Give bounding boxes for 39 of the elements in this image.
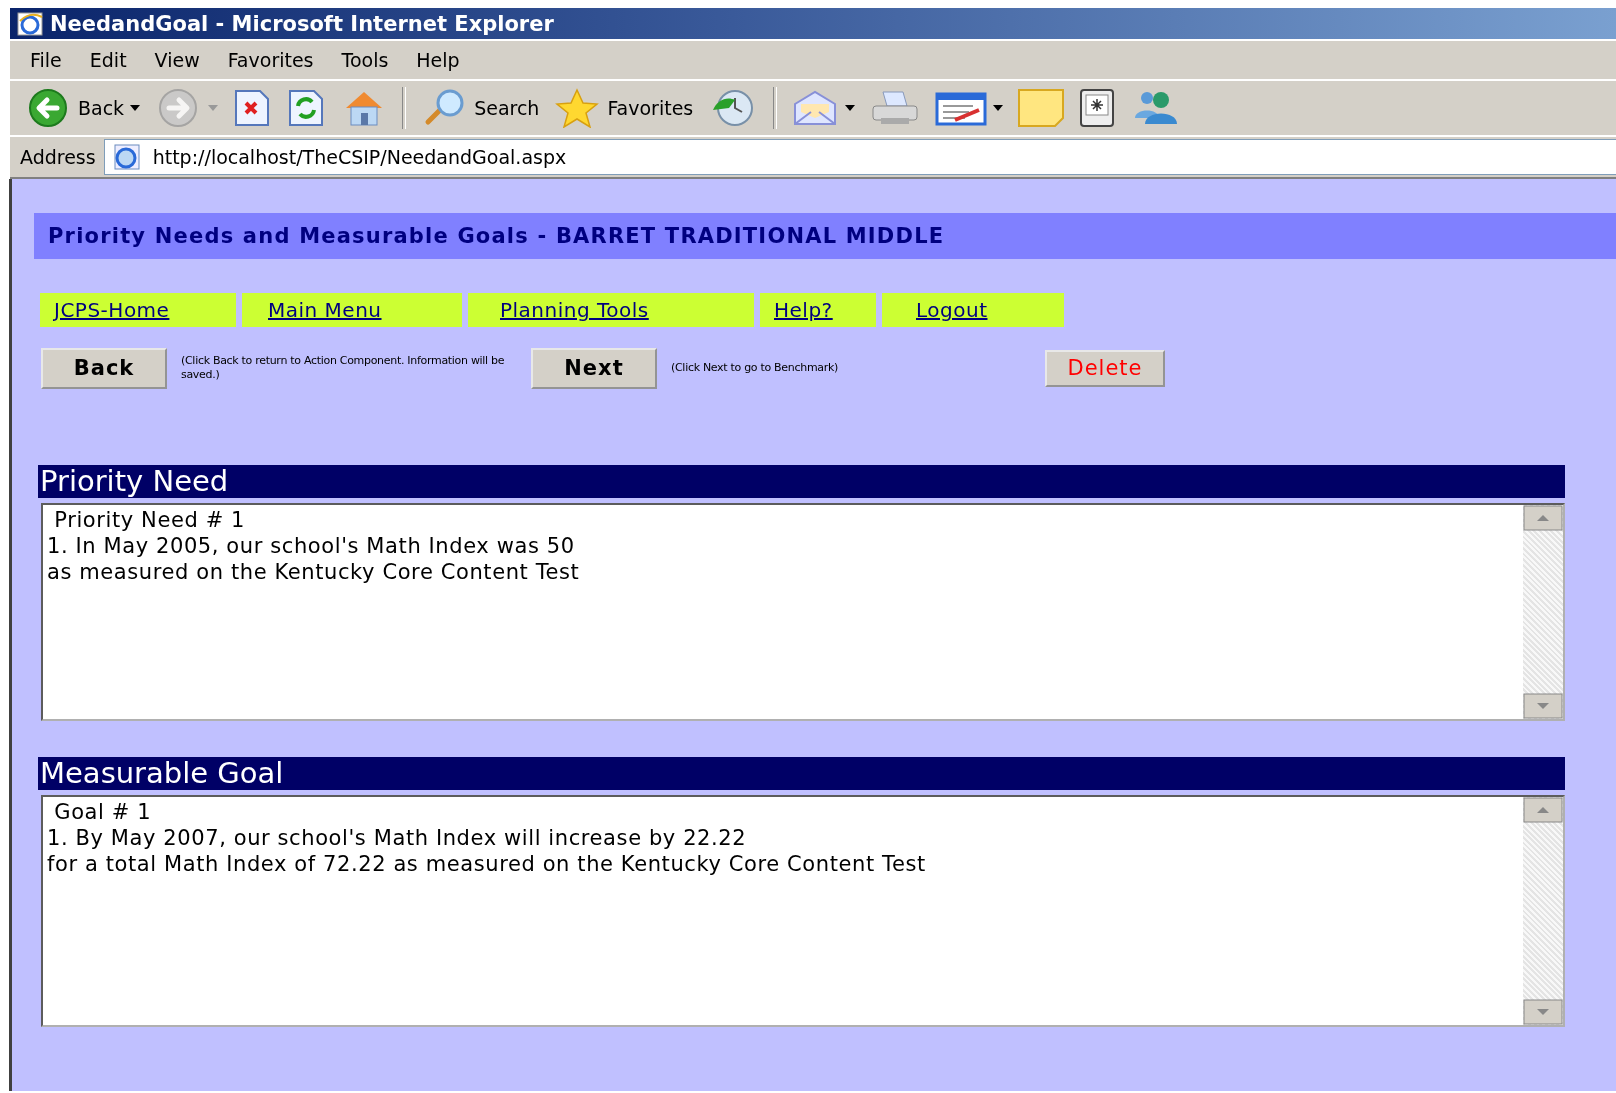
star-icon <box>553 88 602 128</box>
menu-item[interactable]: Favorites <box>213 45 328 75</box>
hint-text: (Click Back to return to Action Component. Information will be saved.) <box>181 354 506 382</box>
scrollbar[interactable] <box>1523 505 1563 719</box>
scroll-up-icon[interactable] <box>1523 797 1563 823</box>
nav-link[interactable]: Main Menu <box>242 293 462 327</box>
menu-item[interactable]: File <box>16 45 76 75</box>
note-icon <box>1017 88 1066 128</box>
scroll-up-icon[interactable] <box>1523 505 1563 531</box>
address-label: Address <box>20 146 96 168</box>
device-icon <box>1079 88 1116 128</box>
caret-icon[interactable] <box>845 105 856 111</box>
section-heading: Measurable Goal <box>38 757 1565 790</box>
menu-item[interactable]: Help <box>402 45 474 75</box>
scroll-down-icon[interactable] <box>1523 999 1563 1025</box>
text-area[interactable]: Goal # 1 1. By May 2007, our school's Math Index will increase by 22.22 for a total Math Index of 72.22 as measured on the Kentucky Core Content Test <box>41 795 1565 1027</box>
nav-link[interactable]: Help? <box>760 293 876 327</box>
menu-item[interactable]: Edit <box>75 45 141 75</box>
browser-icon <box>16 10 44 37</box>
nav-button[interactable]: Next <box>531 347 657 389</box>
hint-text: (Click Next to go to Benchmark) <box>671 361 840 375</box>
scroll-down-icon[interactable] <box>1523 693 1563 719</box>
caret-icon[interactable] <box>993 105 1004 111</box>
nav-link[interactable]: Planning Tools <box>468 293 754 327</box>
menu-item[interactable]: Tools <box>327 45 403 75</box>
scrollbar[interactable] <box>1523 797 1563 1025</box>
nav-link[interactable]: JCPS-Home <box>40 293 236 327</box>
window-title: NeedandGoal - Microsoft Internet Explorer <box>50 11 554 36</box>
text-area[interactable]: Priority Need # 1 1. In May 2005, our school's Math Index was 50 as measured on the Kentucky Core Content Test <box>41 503 1565 721</box>
menu-item[interactable]: View <box>140 45 214 75</box>
section-heading: Priority Need <box>38 465 1565 498</box>
nav-link[interactable]: Logout <box>882 293 1064 327</box>
caret-icon[interactable] <box>130 105 141 111</box>
page-header: Priority Needs and Measurable Goals - BARRET TRADITIONAL MIDDLE <box>34 213 1616 259</box>
address-field[interactable]: http://localhost/TheCSIP/NeedandGoal.aspx <box>103 139 1616 175</box>
search-button[interactable]: Search <box>416 86 544 130</box>
favorites-button[interactable]: Favorites <box>549 86 698 130</box>
back-button[interactable]: Back <box>20 86 145 130</box>
nav-button[interactable]: Back <box>41 347 167 389</box>
